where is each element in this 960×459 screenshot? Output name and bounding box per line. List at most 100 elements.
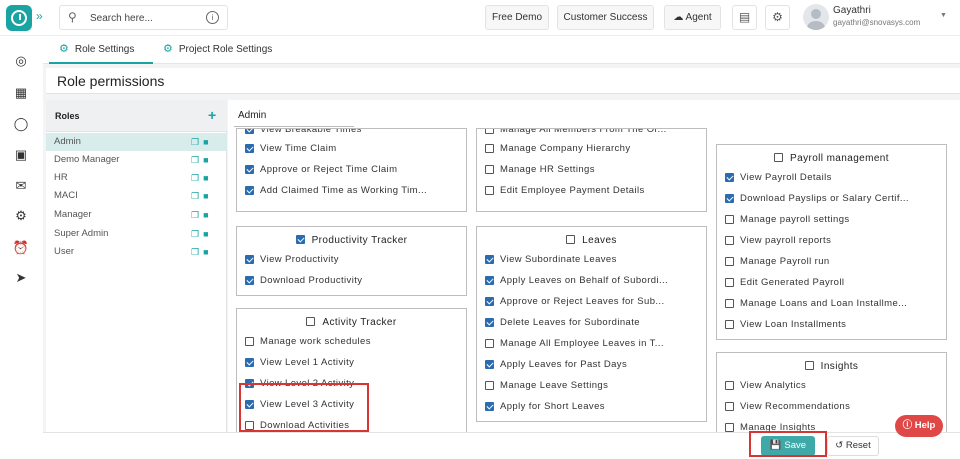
checkbox[interactable] <box>725 381 734 390</box>
mail-icon[interactable]: ✉ <box>12 177 30 195</box>
checkbox[interactable] <box>245 276 254 285</box>
trash-icon[interactable]: ■ <box>203 191 208 201</box>
permission-item[interactable]: Manage payroll settings <box>725 214 850 225</box>
copy-icon[interactable]: ❐ <box>191 137 199 147</box>
add-role-icon[interactable]: + <box>208 107 216 123</box>
permission-item[interactable]: Add Claimed Time as Working Tim... <box>245 185 427 196</box>
checkbox[interactable] <box>804 361 814 370</box>
document-icon[interactable]: ▤ <box>732 5 757 30</box>
free-demo-button[interactable]: Free Demo <box>485 5 549 30</box>
role-item-manager[interactable]: Manager ❐ ■ <box>46 206 227 224</box>
permission-item[interactable]: Manage Loans and Loan Installme... <box>725 298 907 309</box>
checkbox[interactable] <box>725 194 734 203</box>
permission-item[interactable]: Manage Leave Settings <box>485 380 608 391</box>
help-button[interactable]: ⓘ Help <box>895 415 943 437</box>
checkbox[interactable] <box>485 360 494 369</box>
role-item-super-admin[interactable]: Super Admin ❐ ■ <box>46 225 227 243</box>
checkbox[interactable] <box>306 317 316 326</box>
trash-icon[interactable]: ■ <box>203 210 208 220</box>
alarm-icon[interactable]: ⏰ <box>12 239 30 257</box>
permission-item[interactable]: Manage Payroll run <box>725 256 830 267</box>
permission-item[interactable]: View Breakable Times <box>245 129 362 135</box>
checkbox[interactable] <box>245 144 254 153</box>
send-icon[interactable]: ➤ <box>12 269 30 287</box>
trash-icon[interactable]: ■ <box>203 137 208 147</box>
permission-item[interactable]: Edit Employee Payment Details <box>485 185 645 196</box>
permission-item[interactable]: Apply Leaves on Behalf of Subordi... <box>485 275 668 286</box>
permission-item[interactable]: View Subordinate Leaves <box>485 254 617 265</box>
permission-item[interactable]: Apply Leaves for Past Days <box>485 359 627 370</box>
dashboard-icon[interactable]: ◎ <box>12 52 30 70</box>
checkbox[interactable] <box>485 339 494 348</box>
checkbox[interactable] <box>485 255 494 264</box>
customer-success-button[interactable]: Customer Success <box>557 5 654 30</box>
copy-icon[interactable]: ❐ <box>191 155 199 165</box>
permission-item[interactable]: Approve or Reject Time Claim <box>245 164 397 175</box>
checkbox[interactable] <box>725 257 734 266</box>
role-item-user[interactable]: User ❐ ■ <box>46 243 227 261</box>
checkbox[interactable] <box>245 186 254 195</box>
permission-item[interactable]: View payroll reports <box>725 235 831 246</box>
permission-item[interactable]: Download Productivity <box>245 275 362 286</box>
checkbox[interactable] <box>245 358 254 367</box>
checkbox[interactable] <box>725 423 734 432</box>
permission-item[interactable]: View Level 1 Activity <box>245 357 354 368</box>
trash-icon[interactable]: ■ <box>203 229 208 239</box>
checkbox[interactable] <box>295 235 305 244</box>
permission-item[interactable]: Manage All Members From The Or... <box>485 129 667 135</box>
permission-item[interactable]: Delete Leaves for Subordinate <box>485 317 640 328</box>
checkbox[interactable] <box>485 165 494 174</box>
search-input[interactable] <box>90 10 200 26</box>
trash-icon[interactable]: ■ <box>203 155 208 165</box>
checkbox[interactable] <box>725 402 734 411</box>
permission-item[interactable]: View Productivity <box>245 254 339 265</box>
checkbox[interactable] <box>725 215 734 224</box>
calendar-icon[interactable]: ▦ <box>12 84 30 102</box>
tab-project-role-settings[interactable]: ⚙ Project Role Settings <box>163 42 272 55</box>
checkbox[interactable] <box>485 144 494 153</box>
card-title[interactable]: Insights <box>717 361 946 372</box>
card-title[interactable]: Payroll management <box>717 153 946 164</box>
checkbox[interactable] <box>725 173 734 182</box>
checkbox[interactable] <box>245 255 254 264</box>
permission-item[interactable]: Download Payslips or Salary Certif... <box>725 193 909 204</box>
copy-icon[interactable]: ❐ <box>191 229 199 239</box>
checkbox[interactable] <box>485 402 494 411</box>
copy-icon[interactable]: ❐ <box>191 210 199 220</box>
permission-item[interactable]: Manage Company Hierarchy <box>485 143 631 154</box>
checkbox[interactable] <box>485 297 494 306</box>
user-icon[interactable]: ◯ <box>12 115 30 133</box>
checkbox[interactable] <box>245 129 254 134</box>
copy-icon[interactable]: ❐ <box>191 247 199 257</box>
expand-sidebar-icon[interactable]: » <box>36 9 43 23</box>
permission-item[interactable]: View Time Claim <box>245 143 337 154</box>
app-logo[interactable] <box>6 5 32 31</box>
permission-item[interactable]: Manage HR Settings <box>485 164 595 175</box>
briefcase-icon[interactable]: ▣ <box>12 146 30 164</box>
checkbox[interactable] <box>245 337 254 346</box>
permission-item[interactable]: View Recommendations <box>725 401 850 412</box>
checkbox[interactable] <box>725 236 734 245</box>
tab-role-settings[interactable]: ⚙ Role Settings <box>59 42 134 55</box>
role-item-demo-manager[interactable]: Demo Manager ❐ ■ <box>46 151 227 169</box>
permission-item[interactable]: Manage work schedules <box>245 336 371 347</box>
avatar[interactable] <box>803 4 829 30</box>
checkbox[interactable] <box>485 318 494 327</box>
agent-button[interactable]: ☁ Agent <box>664 5 721 30</box>
checkbox[interactable] <box>245 165 254 174</box>
role-item-hr[interactable]: HR ❐ ■ <box>46 169 227 187</box>
card-title[interactable]: Activity Tracker <box>237 317 466 328</box>
permission-item[interactable]: View Payroll Details <box>725 172 832 183</box>
trash-icon[interactable]: ■ <box>203 173 208 183</box>
trash-icon[interactable]: ■ <box>203 247 208 257</box>
checkbox[interactable] <box>485 129 494 134</box>
checkbox[interactable] <box>566 235 576 244</box>
checkbox[interactable] <box>485 381 494 390</box>
permission-item[interactable]: View Analytics <box>725 380 806 391</box>
checkbox[interactable] <box>725 278 734 287</box>
card-title[interactable]: Leaves <box>477 235 706 246</box>
role-item-maci[interactable]: MACI ❐ ■ <box>46 187 227 205</box>
info-icon[interactable]: i <box>206 11 219 24</box>
permission-item[interactable]: Apply for Short Leaves <box>485 401 605 412</box>
checkbox[interactable] <box>725 299 734 308</box>
